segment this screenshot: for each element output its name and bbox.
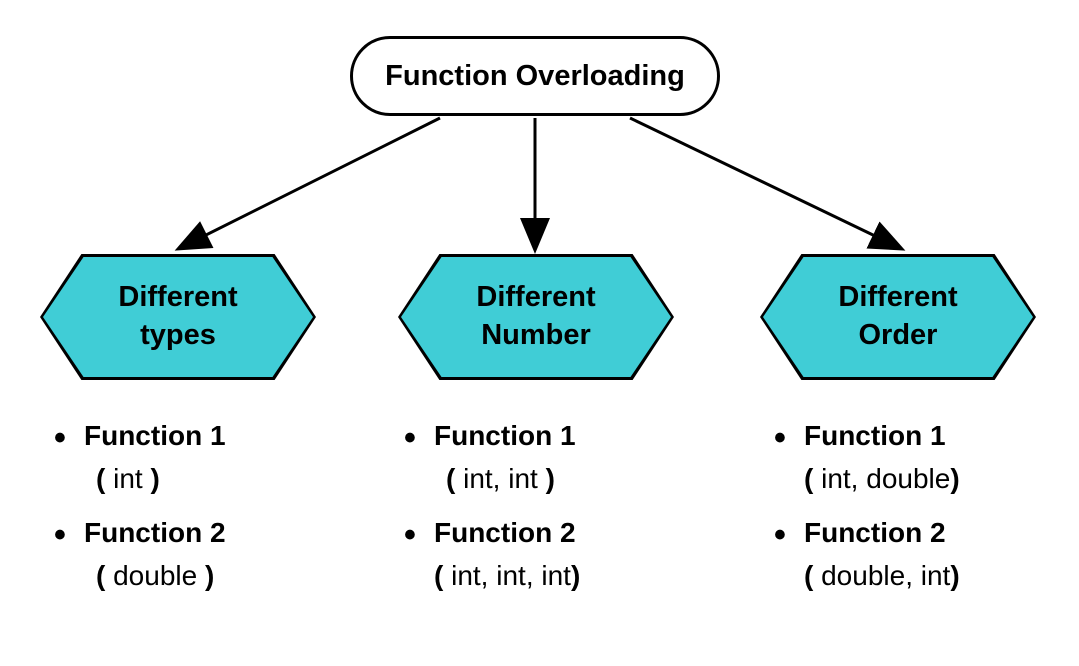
fn-name: Function 2 — [434, 517, 576, 548]
hex-types: Different types — [40, 254, 316, 380]
fn-signature: ( double ) — [84, 554, 350, 597]
list-types: Function 1 ( int ) Function 2 ( double ) — [50, 414, 350, 608]
list-item: Function 1 ( int, double) — [770, 414, 1079, 501]
fn-name: Function 1 — [804, 420, 946, 451]
list-item: Function 2 ( double ) — [50, 511, 350, 598]
list-item: Function 2 ( double, int) — [770, 511, 1079, 598]
fn-signature: ( double, int) — [804, 554, 1079, 597]
list-order: Function 1 ( int, double) Function 2 ( d… — [770, 414, 1079, 608]
fn-name: Function 2 — [804, 517, 946, 548]
hex-types-line2: types — [140, 317, 216, 355]
hex-number-line1: Different — [476, 279, 595, 317]
list-item: Function 2 ( int, int, int) — [400, 511, 720, 598]
fn-name: Function 2 — [84, 517, 226, 548]
hex-types-line1: Different — [118, 279, 237, 317]
list-number: Function 1 ( int, int ) Function 2 ( int… — [400, 414, 720, 608]
fn-signature: ( int, double) — [804, 457, 1079, 500]
hex-order: Different Order — [760, 254, 1036, 380]
list-item: Function 1 ( int ) — [50, 414, 350, 501]
root-title: Function Overloading — [385, 60, 685, 93]
list-item: Function 1 ( int, int ) — [400, 414, 720, 501]
root-node: Function Overloading — [350, 36, 720, 116]
fn-name: Function 1 — [434, 420, 576, 451]
fn-name: Function 1 — [84, 420, 226, 451]
fn-signature: ( int ) — [84, 457, 350, 500]
hex-order-line2: Order — [859, 317, 938, 355]
hex-order-line1: Different — [838, 279, 957, 317]
fn-signature: ( int, int ) — [434, 457, 720, 500]
fn-signature: ( int, int, int) — [434, 554, 720, 597]
hex-number-line2: Number — [481, 317, 591, 355]
hex-number: Different Number — [398, 254, 674, 380]
